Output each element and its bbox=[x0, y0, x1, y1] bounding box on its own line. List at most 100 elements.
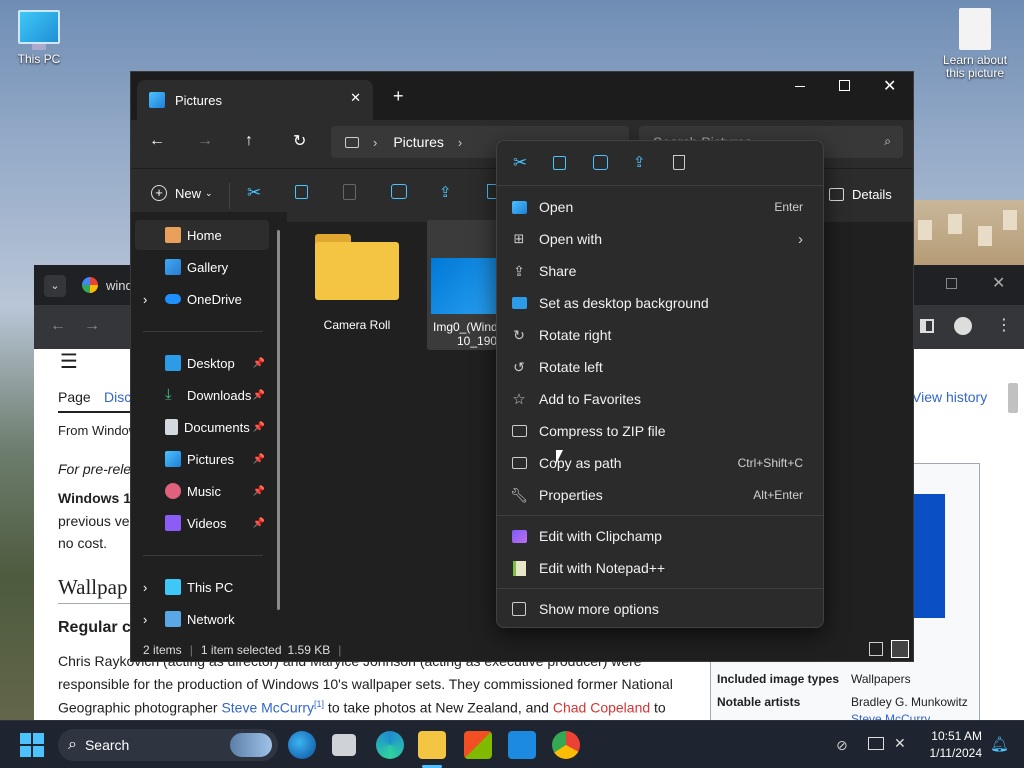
menu-item-compress-zip[interactable]: Compress to ZIP file bbox=[503, 415, 817, 447]
sidebar-item-pictures[interactable]: Pictures 📌 bbox=[135, 444, 269, 474]
menu-item-add-to-favorites[interactable]: ☆ Add to Favorites bbox=[503, 383, 817, 415]
sidebar-item-music[interactable]: Music 📌 bbox=[135, 476, 269, 506]
desktop-icon-label: This PC bbox=[17, 52, 61, 66]
network-off-icon[interactable]: ⊘ bbox=[836, 737, 848, 754]
maximize-icon[interactable] bbox=[946, 278, 957, 289]
details-button[interactable]: Details bbox=[829, 187, 892, 202]
sidebar-item-onedrive[interactable]: › OneDrive bbox=[135, 284, 269, 314]
delete-icon[interactable] bbox=[673, 155, 685, 170]
close-icon[interactable]: ✕ bbox=[883, 76, 896, 96]
infobox-value-link[interactable]: Steve McCurry bbox=[851, 712, 930, 720]
menu-item-open[interactable]: Open Enter bbox=[503, 191, 817, 223]
sidebar-item-documents[interactable]: Documents 📌 bbox=[135, 412, 269, 442]
chevron-right-icon[interactable]: › bbox=[143, 612, 157, 627]
display-icon[interactable] bbox=[868, 737, 884, 750]
edge-icon[interactable] bbox=[376, 731, 404, 759]
desktop-icon-learn[interactable]: Learn about this picture bbox=[938, 8, 1012, 80]
menu-item-show-more-options[interactable]: Show more options bbox=[503, 593, 817, 625]
rename-icon[interactable] bbox=[593, 155, 608, 170]
chad-copeland-link[interactable]: Chad Copeland bbox=[553, 700, 650, 716]
sidebar-item-downloads[interactable]: ⤓ Downloads 📌 bbox=[135, 380, 269, 410]
sidebar-item-videos[interactable]: Videos 📌 bbox=[135, 508, 269, 538]
mail-icon[interactable] bbox=[508, 731, 536, 759]
maximize-icon[interactable] bbox=[839, 80, 850, 91]
back-icon[interactable]: ← bbox=[149, 132, 165, 150]
sidebar-item-this-pc[interactable]: › This PC bbox=[135, 572, 269, 602]
browser-tab-title[interactable]: wind bbox=[106, 278, 133, 293]
file-explorer-icon[interactable] bbox=[418, 731, 446, 759]
tab-search-dropdown-icon[interactable]: ⌄ bbox=[44, 275, 66, 297]
pin-icon[interactable]: 📌 bbox=[253, 518, 265, 529]
minimize-icon[interactable] bbox=[795, 86, 805, 87]
wiki-view-history[interactable]: View history bbox=[912, 389, 987, 405]
clock-date[interactable]: 1/11/2024 bbox=[918, 746, 983, 760]
share-icon[interactable]: ⇪ bbox=[439, 183, 452, 201]
forward-icon[interactable]: → bbox=[84, 317, 100, 335]
explorer-tab[interactable]: Pictures ✕ bbox=[137, 80, 373, 120]
wiki-menu-icon[interactable]: ☰ bbox=[60, 349, 78, 374]
share-icon[interactable]: ⇪ bbox=[633, 153, 646, 171]
chevron-right-icon[interactable]: › bbox=[458, 135, 462, 150]
pin-icon[interactable]: 📌 bbox=[253, 422, 265, 433]
store-icon[interactable] bbox=[464, 731, 492, 759]
menu-item-set-desktop-background[interactable]: Set as desktop background bbox=[503, 287, 817, 319]
cut-icon[interactable]: ✂ bbox=[513, 153, 527, 173]
menu-item-copy-as-path[interactable]: Copy as path Ctrl+Shift+C bbox=[503, 447, 817, 479]
close-tab-icon[interactable]: ✕ bbox=[350, 90, 361, 106]
copy-icon[interactable] bbox=[553, 156, 566, 170]
sidebar-item-gallery[interactable]: Gallery bbox=[135, 252, 269, 282]
pin-icon[interactable]: 📌 bbox=[253, 358, 265, 369]
pin-icon[interactable]: 📌 bbox=[253, 486, 265, 497]
chevron-right-icon[interactable]: › bbox=[143, 580, 157, 595]
pin-icon[interactable]: 📌 bbox=[253, 390, 265, 401]
profile-icon[interactable] bbox=[954, 317, 972, 335]
pin-icon[interactable]: 📌 bbox=[253, 454, 265, 465]
notification-bell-icon[interactable]: 🔔︎ bbox=[990, 735, 1009, 753]
details-view-icon[interactable] bbox=[869, 642, 883, 656]
chevron-right-icon[interactable]: › bbox=[143, 292, 157, 307]
menu-item-rotate-right[interactable]: ↻ Rotate right bbox=[503, 319, 817, 351]
file-item-camera-roll[interactable]: Camera Roll bbox=[307, 228, 407, 340]
navpane-scrollbar[interactable] bbox=[277, 230, 280, 610]
up-icon[interactable]: ↑ bbox=[245, 132, 253, 150]
menu-item-edit-notepadpp[interactable]: Edit with Notepad++ bbox=[503, 552, 817, 584]
copy-icon[interactable] bbox=[295, 185, 308, 199]
menu-item-edit-clipchamp[interactable]: Edit with Clipchamp bbox=[503, 520, 817, 552]
more-icon[interactable]: ⋮ bbox=[996, 315, 1012, 335]
steve-mccurry-link[interactable]: Steve McCurry bbox=[221, 700, 314, 716]
notepadpp-icon bbox=[511, 560, 527, 576]
chrome-icon[interactable] bbox=[552, 731, 580, 759]
menu-item-open-with[interactable]: ⊞ Open with › bbox=[503, 223, 817, 255]
sidebar-item-desktop[interactable]: Desktop 📌 bbox=[135, 348, 269, 378]
sidebar-icon[interactable] bbox=[920, 319, 934, 333]
clock-time[interactable]: 10:51 AM bbox=[922, 729, 982, 743]
menu-item-rotate-left[interactable]: ↺ Rotate left bbox=[503, 351, 817, 383]
file-item-img0[interactable]: Img0_(Wind 10_1903 bbox=[427, 220, 497, 350]
taskbar-search[interactable]: ⌕ Search bbox=[58, 729, 278, 761]
cut-icon[interactable]: ✂ bbox=[247, 183, 261, 203]
close-icon[interactable]: ✕ bbox=[992, 273, 1005, 293]
sidebar-item-network[interactable]: › Network bbox=[135, 604, 269, 634]
tiles-view-icon[interactable] bbox=[891, 640, 909, 658]
breadcrumb[interactable]: Pictures bbox=[393, 134, 444, 150]
new-button[interactable]: + New ⌄ bbox=[151, 185, 213, 201]
volume-muted-icon[interactable]: ✕ bbox=[894, 735, 906, 752]
edge-dev-icon[interactable] bbox=[288, 731, 316, 759]
desktop-icon-this-pc[interactable]: This PC bbox=[4, 10, 74, 66]
sidebar-item-home[interactable]: Home bbox=[135, 220, 269, 250]
task-view-icon[interactable] bbox=[332, 734, 356, 756]
rename-icon[interactable] bbox=[391, 184, 407, 199]
forward-icon[interactable]: → bbox=[197, 132, 213, 150]
menu-item-properties[interactable]: 🔧︎ Properties Alt+Enter bbox=[503, 479, 817, 511]
paste-icon[interactable] bbox=[343, 184, 356, 200]
new-tab-icon[interactable]: + bbox=[393, 86, 404, 107]
wiki-tab-discussion[interactable]: Disc bbox=[104, 389, 131, 405]
menu-item-share[interactable]: ⇪ Share bbox=[503, 255, 817, 287]
back-icon[interactable]: ← bbox=[50, 317, 66, 335]
refresh-icon[interactable]: ↻ bbox=[293, 131, 306, 151]
network-icon bbox=[165, 611, 181, 627]
start-button[interactable] bbox=[20, 733, 44, 757]
wiki-heading-wallpaper: Wallpap bbox=[58, 575, 128, 599]
wiki-tab-page[interactable]: Page bbox=[58, 389, 91, 405]
scrollbar[interactable] bbox=[1008, 383, 1018, 413]
